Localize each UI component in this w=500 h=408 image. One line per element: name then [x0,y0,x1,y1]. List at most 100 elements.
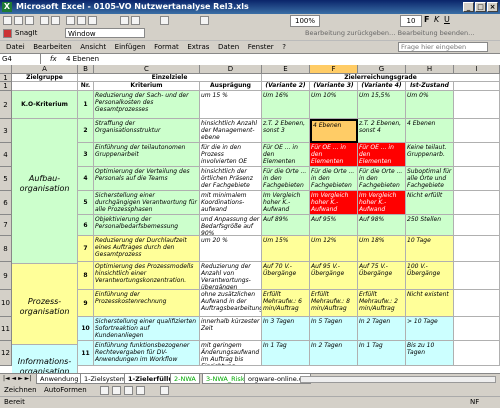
zoom-box[interactable]: 100% [290,15,320,27]
col-header-e[interactable]: E [262,65,310,74]
cell-v3[interactable]: Erfüllt Mehraufw.: 8 min/Auftrag [310,290,358,317]
copy-icon[interactable] [77,16,86,25]
cell-krit[interactable]: Einführung der Prozesskostenrechnung [94,290,200,317]
tab-scroll-icon[interactable]: |◄ ◄ ► ►| [3,375,31,382]
sum-icon[interactable] [160,16,169,25]
font-size-box[interactable]: 10 [400,15,422,27]
cell-v2[interactable]: Auf 89% [262,215,310,236]
save-icon[interactable] [25,16,34,25]
cell-nr[interactable]: 2 [78,119,94,143]
cell-v3[interactable]: In 2 Tagen [310,341,358,366]
cell-v2[interactable]: Erfüllt Mehraufw.: 6 min/Auftrag [262,290,310,317]
col-header-b[interactable]: B [78,65,94,74]
tab-anwendung[interactable]: Anwendung [36,374,83,384]
menu-datei[interactable]: Datei [6,41,25,53]
textbox-icon[interactable] [160,386,169,395]
cell-ist[interactable]: 4 Ebenen [406,119,454,143]
cell-ist[interactable]: Um 0% [406,91,454,119]
print-icon[interactable] [40,16,49,25]
row-header[interactable]: 12 [0,341,12,366]
cell-krit[interactable]: Objektivierung der Personalbedarfsbemess… [94,215,200,236]
cell-ausp[interactable]: hinsichtlich der örtlichen Präsenz der F… [200,167,262,191]
col-header-i[interactable]: I [454,65,500,74]
cell-v2[interactable]: Um 15% [262,236,310,262]
cell[interactable] [454,143,500,167]
cut-icon[interactable] [66,16,75,25]
cell[interactable] [454,119,500,143]
cell-nr[interactable]: 3 [78,143,94,167]
cell-v4[interactable]: z.T. 2 Ebenen, sonst 4 [358,119,406,143]
draw-menu[interactable]: Zeichnen [4,386,37,394]
rectangle-icon[interactable] [124,386,133,395]
close-button[interactable]: × [487,2,498,12]
review-hint[interactable]: Bearbeitung zurückgeben… Bearbeitung bee… [305,29,475,37]
paste-icon[interactable] [88,16,97,25]
cell-krit[interactable]: Optimierung der Verteilung des Personals… [94,167,200,191]
cell-v3[interactable]: Im Vergleich hoher K.-Aufwand [310,191,358,215]
cell-nr[interactable]: 8 [78,262,94,290]
cell-ausp[interactable]: mit minimalem Koordinations-aufwand [200,191,262,215]
snagit-icon[interactable] [3,29,12,38]
cell-v3[interactable]: Auf 95% [310,215,358,236]
cell[interactable] [454,215,500,236]
col-header-a[interactable]: A [12,65,78,74]
chart-icon[interactable] [200,16,209,25]
maximize-button[interactable]: □ [475,2,486,12]
cell-v4[interactable]: Für die Orte ... in den Fachgebieten [358,167,406,191]
row-header[interactable]: 4 [0,143,12,167]
cell-ist[interactable]: Nicht existent [406,290,454,317]
cell-nr[interactable]: 7 [78,236,94,262]
minimize-button[interactable]: _ [463,2,474,12]
row-header[interactable]: 2 [0,91,12,119]
cell-nr[interactable]: 6 [78,215,94,236]
cell-ausp[interactable]: mit geringem Änderungsaufwand im Auftrag… [200,341,262,366]
horizontal-scrollbar[interactable] [300,376,496,383]
autoformen-menu[interactable]: AutoFormen [44,386,87,394]
cell-v4[interactable]: Erfüllt Mehraufw.: 2 min/Auftrag [358,290,406,317]
name-box[interactable]: G4 [0,54,41,64]
menu-daten[interactable]: Daten [218,41,239,53]
col-header-d[interactable]: D [200,65,262,74]
cell-v2[interactable]: Für OE ... in den Elementen [262,143,310,167]
cell-v4[interactable]: Auf 98% [358,215,406,236]
cell-krit[interactable]: Optimierung des Prozessmodells hinsichtl… [94,262,200,290]
cell-ist[interactable]: Keine teilaut. Gruppenarb. [406,143,454,167]
row-header[interactable]: 1 [0,74,12,82]
col-header-f[interactable]: F [310,65,358,74]
col-header-c[interactable]: C [94,65,200,74]
cell-v4[interactable]: In 1 Tag [358,341,406,366]
cell[interactable] [454,91,500,119]
cell-v4[interactable]: In 2 Tagen [358,317,406,341]
col-header-g[interactable]: G [358,65,406,74]
cell-v3[interactable]: Für die Orte ... in den Fachgebieten [310,167,358,191]
cell-ausp[interactable]: innerhalb kürzester Zeit [200,317,262,341]
cell-nr[interactable]: 11 [78,341,94,366]
menu-fenster[interactable]: Fenster [248,41,274,53]
cell-krit[interactable]: Sicherstellung einer qualifizierten Sofo… [94,317,200,341]
cell-ausp[interactable]: hinsichtlich Anzahl der Management-ebene [200,119,262,143]
redo-icon[interactable] [131,16,140,25]
window-select[interactable]: Window [65,28,145,38]
cell-nr[interactable]: 5 [78,191,94,215]
cell-v4[interactable]: Auf 75 V.-Übergänge [358,262,406,290]
cell-krit[interactable]: Sicherstellung einer durchgängigen Veran… [94,191,200,215]
spreadsheet-grid[interactable]: A B C D E F G H I 1 Zielgruppe Einzelzie… [0,65,500,373]
cell-v3[interactable]: Auf 95 V.-Übergänge [310,262,358,290]
menu-bearbeiten[interactable]: Bearbeiten [33,41,71,53]
cell-v2[interactable]: Auf 70 V.-Übergänge [262,262,310,290]
cell-v3[interactable]: Um 12% [310,236,358,262]
cell-ausp[interactable]: Reduzierung der Anzahl von Verantwortung… [200,262,262,290]
cell-ist[interactable]: Nicht erfüllt [406,191,454,215]
cell-v2[interactable]: Für die Orte ... in den Fachgebieten [262,167,310,191]
help-search-input[interactable] [398,42,488,52]
tab-nwa[interactable]: 2-NWA [170,374,200,384]
cell-v2[interactable]: Um 16% [262,91,310,119]
cell-ausp[interactable]: und Anpassung der Bedarfsgröße auf 90% [200,215,262,236]
cell-krit[interactable]: Einführung der teilautonomen Gruppenarbe… [94,143,200,167]
menu-einfuegen[interactable]: Einfügen [115,41,146,53]
line-icon[interactable] [100,386,109,395]
select-all-corner[interactable] [0,65,12,74]
cell[interactable] [454,262,500,290]
cell-ist[interactable]: 100 V.-Übergänge [406,262,454,290]
cell-krit[interactable]: Straffung der Organisationsstruktur [94,119,200,143]
